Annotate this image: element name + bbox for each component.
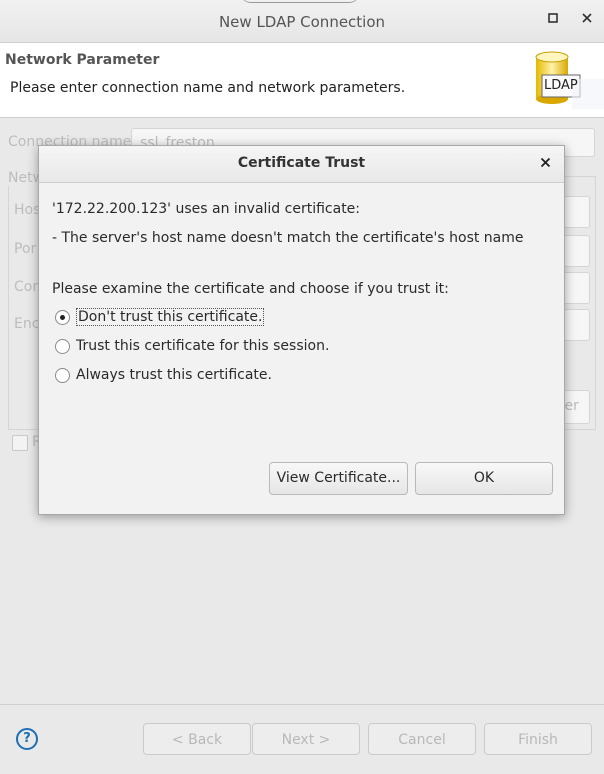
dialog-close-icon[interactable] [535,153,555,173]
certificate-message: '172.22.200.123' uses an invalid certifi… [52,201,361,217]
dont-trust-label-text: Don't trust this certificate. [76,308,265,326]
page-description: Please enter connection name and network… [10,80,406,96]
dont-trust-radio[interactable] [55,310,70,325]
next-button[interactable]: Next > [252,723,360,755]
window-titlebar: New LDAP Connection [0,0,604,43]
port-label: Por [14,241,37,257]
read-only-checkbox[interactable] [12,435,28,451]
titlebar-decoration [240,0,360,3]
wizard-banner: Network Parameter Please enter connectio… [0,43,604,118]
always-trust-radio[interactable] [55,368,70,383]
maximize-icon[interactable] [543,10,563,30]
window-title: New LDAP Connection [218,13,386,31]
dont-trust-label[interactable]: Don't trust this certificate. [76,308,265,326]
footer-separator [0,704,604,705]
view-certificate-button[interactable]: View Certificate... [269,462,408,495]
certificate-error-detail: - The server's host name doesn't match t… [52,230,524,246]
page-title: Network Parameter [5,52,160,68]
close-icon[interactable] [577,10,597,30]
hostname-label: Hos [14,202,41,218]
dialog-titlebar: Certificate Trust [39,146,564,183]
ok-button[interactable]: OK [415,462,553,495]
certificate-trust-dialog: Certificate Trust '172.22.200.123' uses … [38,145,565,515]
trust-prompt: Please examine the certificate and choos… [52,281,449,297]
back-button[interactable]: < Back [143,723,251,755]
finish-button[interactable]: Finish [484,723,592,755]
help-button[interactable]: ? [16,728,38,750]
trust-session-radio[interactable] [55,339,70,354]
dialog-title: Certificate Trust [237,155,366,171]
encryption-label: Enc [14,316,40,332]
trust-session-label[interactable]: Trust this certificate for this session. [76,338,329,354]
always-trust-label[interactable]: Always trust this certificate. [76,367,272,383]
ldap-icon-label: LDAP [544,78,578,93]
cancel-button[interactable]: Cancel [368,723,476,755]
